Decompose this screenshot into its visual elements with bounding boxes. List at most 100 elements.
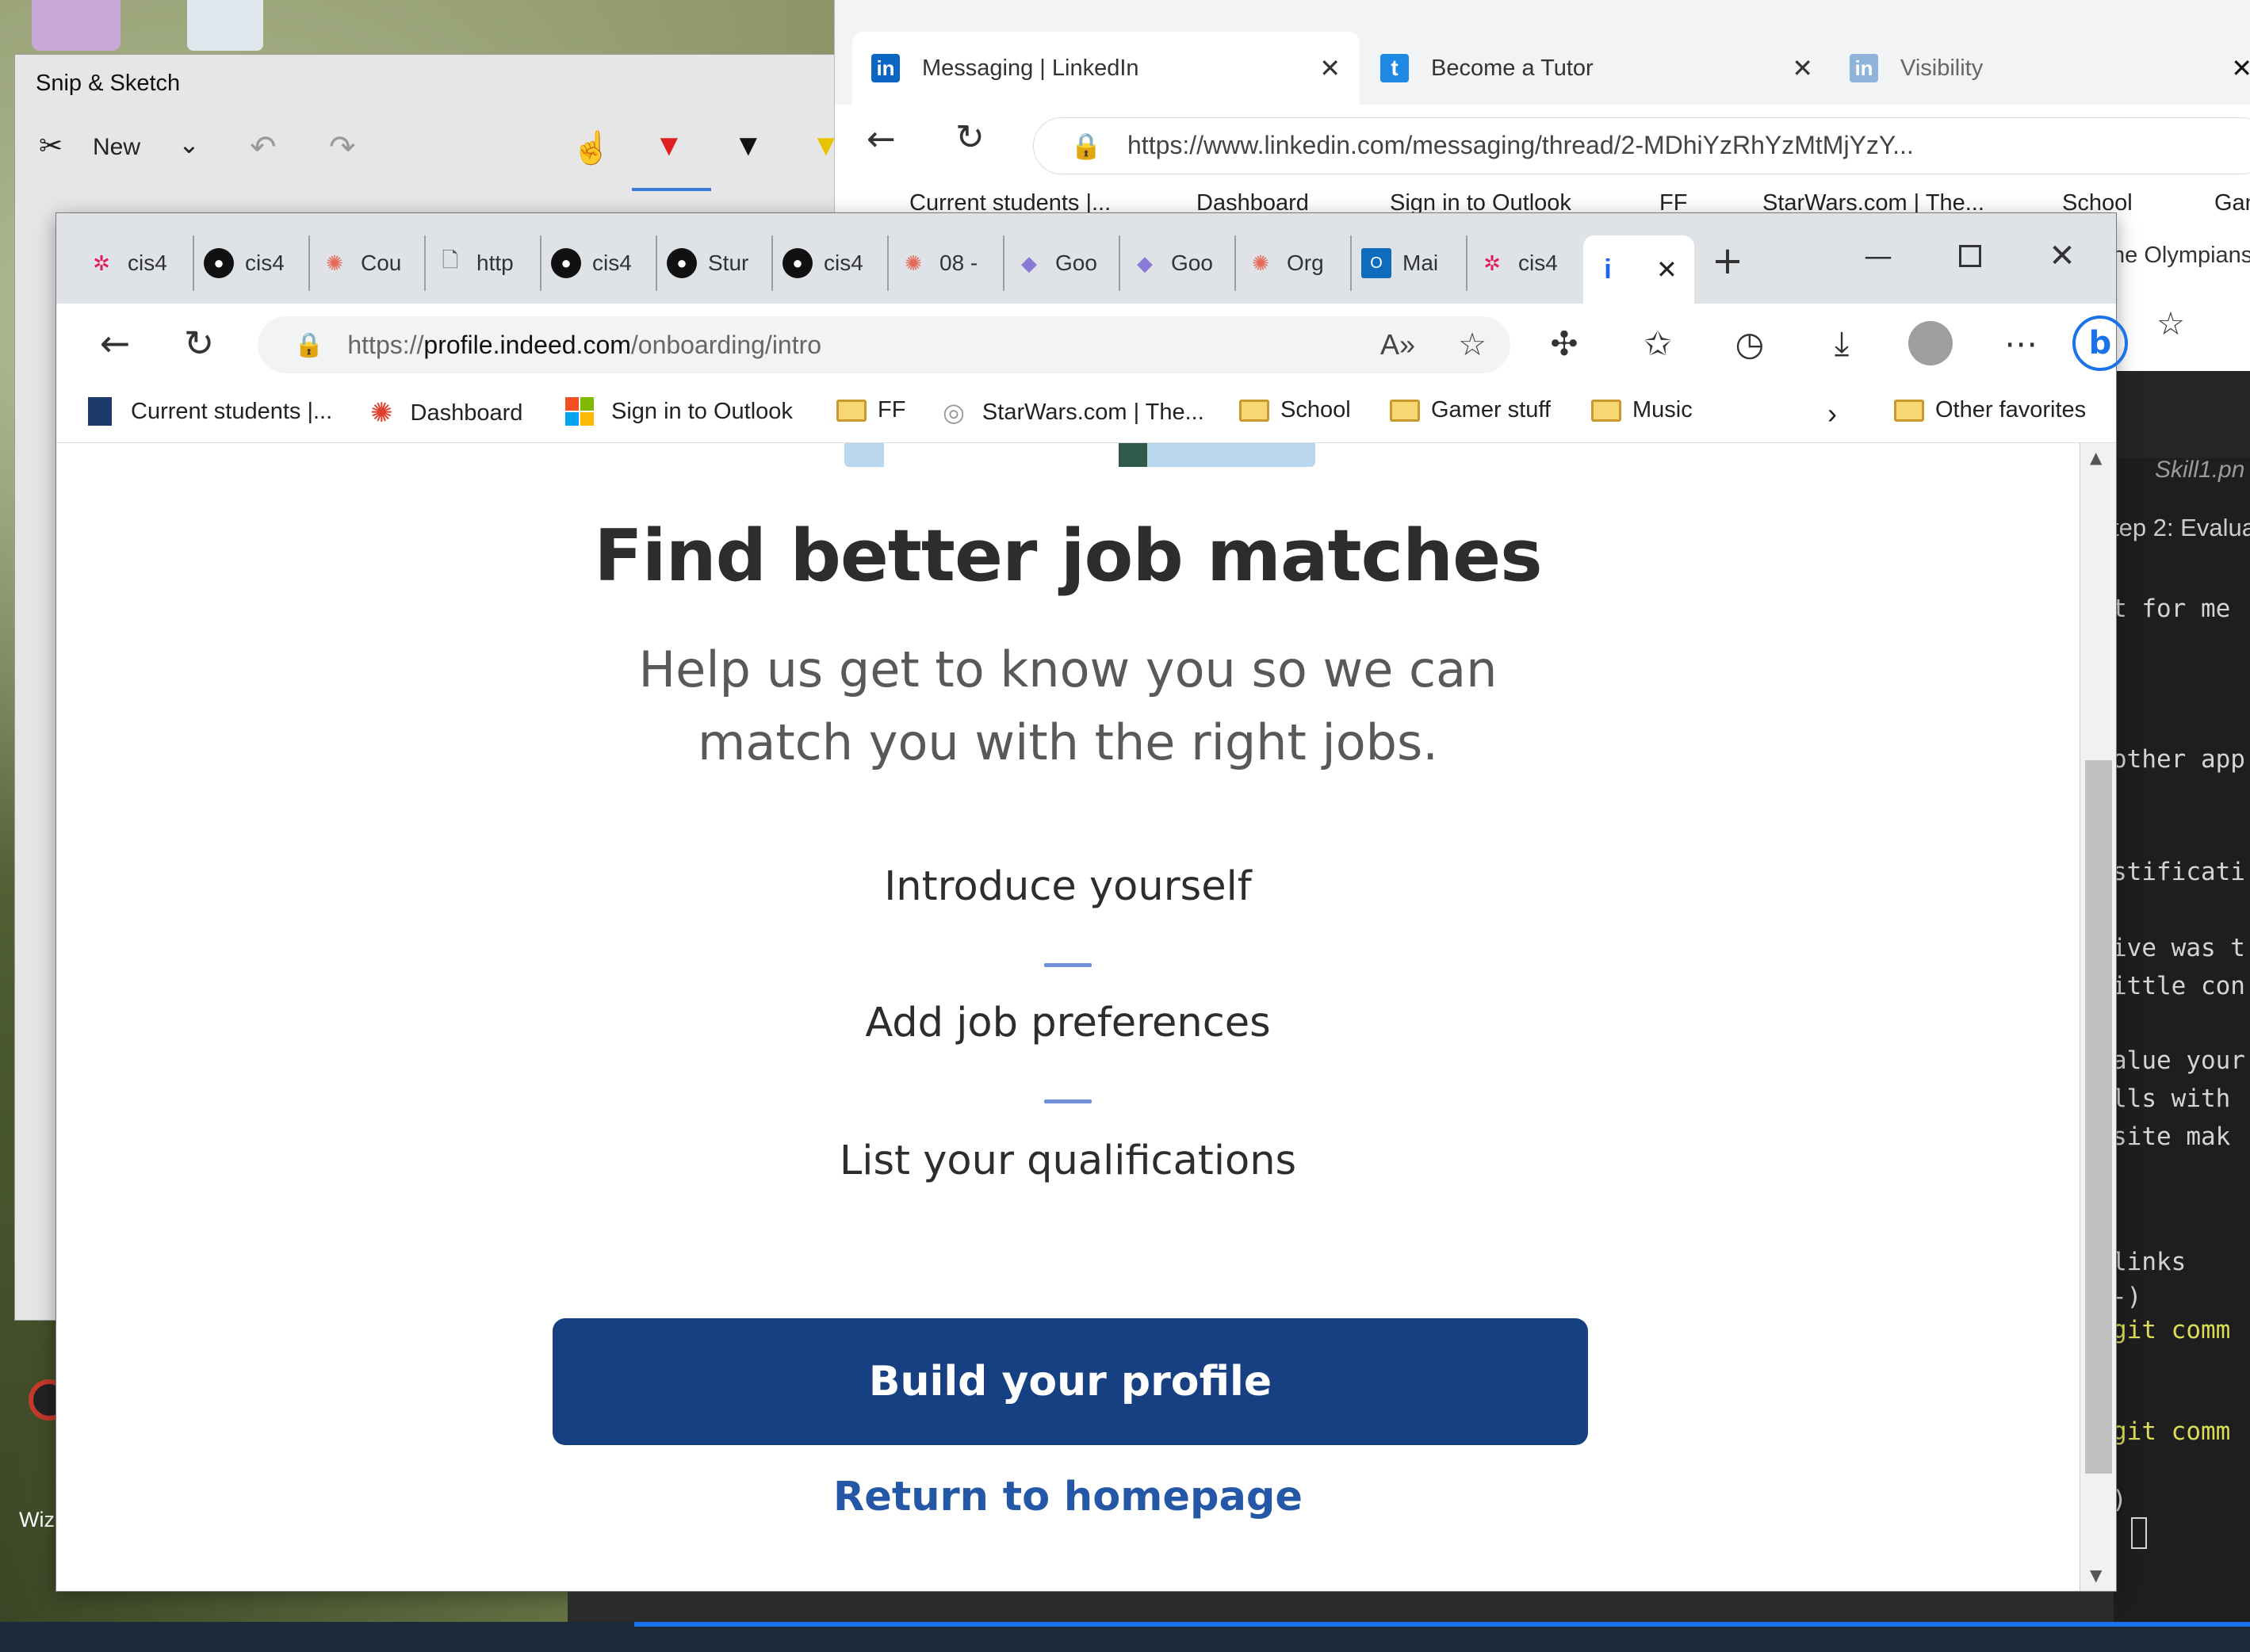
browser-tab[interactable]: ✺ Org bbox=[1236, 235, 1352, 291]
browser-tab[interactable]: ● cis4 bbox=[773, 235, 889, 291]
taskbar-progress-line bbox=[634, 1622, 2250, 1627]
chevron-down-icon[interactable]: ⌄ bbox=[178, 129, 200, 159]
github-icon: ● bbox=[551, 248, 581, 278]
read-aloud-icon[interactable]: A» bbox=[1380, 328, 1415, 361]
refresh-icon[interactable]: ↻ bbox=[955, 117, 985, 158]
favorite-item[interactable]: Gan bbox=[2214, 190, 2250, 216]
more-menu-icon[interactable]: ⋯ bbox=[1997, 319, 2045, 367]
build-profile-button[interactable]: Build your profile bbox=[553, 1318, 1588, 1445]
new-snip-button[interactable]: New bbox=[93, 134, 140, 161]
tab-label: cis4 bbox=[245, 250, 285, 275]
editor-line: stificati bbox=[2112, 858, 2245, 886]
favorite-outlook[interactable]: Sign in to Outlook bbox=[565, 397, 793, 426]
linkedin-side-text: he Olympians bbox=[2112, 243, 2250, 268]
editor-line: ive was t bbox=[2112, 934, 2245, 962]
touch-writing-icon[interactable]: ☝ bbox=[572, 129, 611, 166]
new-tab-icon[interactable]: + bbox=[1704, 237, 1751, 285]
university-icon bbox=[88, 397, 112, 426]
close-tab-icon[interactable]: ✕ bbox=[1656, 254, 1678, 285]
favorite-starwars[interactable]: ◎ StarWars.com | The... bbox=[943, 397, 1204, 427]
address-bar[interactable]: 🔒 https://profile.indeed.com/onboarding/… bbox=[258, 316, 1510, 373]
window-title: Snip & Sketch bbox=[36, 71, 181, 96]
profile-avatar[interactable] bbox=[1905, 318, 1956, 369]
favorites-overflow-chevron-icon[interactable]: › bbox=[1827, 397, 1837, 430]
folder-icon bbox=[1894, 399, 1924, 422]
refresh-icon[interactable]: ↻ bbox=[175, 319, 223, 367]
favorite-dashboard[interactable]: ✺ Dashboard bbox=[370, 397, 522, 429]
editor-line: ittle con bbox=[2112, 972, 2245, 1000]
close-window-icon[interactable]: ✕ bbox=[2038, 232, 2086, 280]
step-add-job-preferences: Add job preferences bbox=[865, 1000, 1271, 1046]
page-icon: 🗋 bbox=[442, 248, 459, 272]
tab-label: Goo bbox=[1171, 250, 1213, 275]
desktop-avatar-icon[interactable] bbox=[32, 0, 121, 51]
minimize-icon[interactable]: — bbox=[1854, 232, 1902, 280]
scrollbar-thumb[interactable] bbox=[2085, 760, 2112, 1474]
desktop-icon-label: Wiz bbox=[19, 1508, 55, 1532]
maximize-icon[interactable] bbox=[1946, 232, 1994, 280]
browser-tab[interactable]: ✺ 08 - bbox=[889, 235, 1004, 291]
favorite-music[interactable]: Music bbox=[1591, 397, 1693, 423]
redo-icon[interactable]: ↷ bbox=[329, 129, 356, 166]
editor-file-tab[interactable]: Skill1.pn bbox=[2155, 457, 2244, 484]
favorite-gamer-stuff[interactable]: Gamer stuff bbox=[1390, 397, 1551, 423]
slides-icon: ◆ bbox=[1021, 250, 1037, 275]
tab-label: cis4 bbox=[824, 250, 863, 275]
browser-tab[interactable]: ● cis4 bbox=[194, 235, 310, 291]
slides-icon: ◆ bbox=[1137, 250, 1153, 275]
tab-label: Messaging | LinkedIn bbox=[922, 55, 1139, 81]
tab-linkedin-messaging[interactable]: in Messaging | LinkedIn ✕ bbox=[852, 32, 1360, 105]
tab-indeed-active[interactable]: i ✕ bbox=[1583, 235, 1694, 304]
favorites-star-icon[interactable]: ☆ bbox=[2156, 306, 2185, 342]
tab-visibility[interactable]: in Visibility ✕ bbox=[1831, 32, 2250, 105]
url-prefix: https:// bbox=[347, 330, 424, 359]
url-path: /onboarding/intro bbox=[630, 330, 822, 359]
tab-label: Mai bbox=[1402, 250, 1439, 275]
history-icon[interactable]: ◷ bbox=[1726, 319, 1774, 367]
lock-icon: 🔒 bbox=[1070, 131, 1102, 161]
folder-icon bbox=[1591, 399, 1621, 422]
scroll-up-icon[interactable]: ▲ bbox=[2090, 448, 2102, 467]
close-tab-icon[interactable]: ✕ bbox=[1792, 53, 1813, 83]
bing-chat-icon[interactable]: b bbox=[2070, 313, 2130, 373]
browser-tab[interactable]: ● Stur bbox=[657, 235, 773, 291]
illustration-figure bbox=[1119, 443, 1147, 467]
recycle-bin-icon[interactable] bbox=[187, 0, 263, 51]
browser-tab[interactable]: ✺ Cou bbox=[310, 235, 426, 291]
browser-tab[interactable]: ◆ Goo bbox=[1004, 235, 1120, 291]
tab-become-tutor[interactable]: t Become a Tutor ✕ bbox=[1361, 32, 1829, 105]
favorite-other-favorites[interactable]: Other favorites bbox=[1894, 397, 2086, 423]
pencil-icon[interactable]: ▼ bbox=[733, 129, 763, 163]
close-tab-icon[interactable]: ✕ bbox=[2231, 53, 2250, 83]
new-snip-icon[interactable]: ✂ bbox=[39, 129, 63, 163]
browser-tab[interactable]: ✲ cis4 bbox=[1467, 235, 1583, 291]
downloads-icon[interactable]: ⤓ bbox=[1818, 319, 1865, 367]
close-tab-icon[interactable]: ✕ bbox=[1319, 53, 1341, 83]
browser-tab[interactable]: ◆ Goo bbox=[1120, 235, 1236, 291]
browser-tab[interactable]: O Mai bbox=[1352, 235, 1467, 291]
outlook-icon: O bbox=[1361, 248, 1391, 278]
vertical-scrollbar[interactable]: ▲ ▼ bbox=[2080, 443, 2116, 1591]
browser-tab[interactable]: ● cis4 bbox=[541, 235, 657, 291]
add-favorite-icon[interactable]: ☆ bbox=[1458, 327, 1487, 363]
editor-tabs bbox=[2107, 371, 2250, 458]
tab-label: cis4 bbox=[1518, 250, 1558, 275]
slack-icon: ✲ bbox=[93, 250, 110, 275]
browser-tab[interactable]: ✲ cis4 bbox=[77, 235, 194, 291]
linkedin-address-bar[interactable]: 🔒 https://www.linkedin.com/messaging/thr… bbox=[1033, 117, 2250, 174]
favorite-current-students[interactable]: Current students |... bbox=[88, 397, 332, 426]
return-homepage-link[interactable]: Return to homepage bbox=[56, 1474, 2080, 1520]
browser-tab[interactable]: 🗋 http bbox=[426, 235, 541, 291]
ballpoint-pen-icon[interactable]: ▼ bbox=[654, 129, 684, 163]
favorite-ff[interactable]: FF bbox=[836, 397, 905, 423]
indeed-browser-window: ✲ cis4 ● cis4 ✺ Cou 🗋 http ● cis4 ● Stur ● cis4… bbox=[55, 212, 2128, 1592]
favorites-icon[interactable]: ✩ bbox=[1634, 319, 1682, 367]
extensions-icon[interactable]: ✣ bbox=[1540, 319, 1588, 367]
back-icon[interactable]: ← bbox=[91, 319, 139, 367]
undo-icon[interactable]: ↶ bbox=[250, 129, 277, 166]
scroll-down-icon[interactable]: ▼ bbox=[2090, 1566, 2102, 1585]
favorite-school[interactable]: School bbox=[1239, 397, 1351, 423]
favorite-label: FF bbox=[878, 397, 906, 423]
favorite-label: Current students |... bbox=[131, 398, 333, 424]
back-icon[interactable]: ← bbox=[867, 119, 896, 159]
